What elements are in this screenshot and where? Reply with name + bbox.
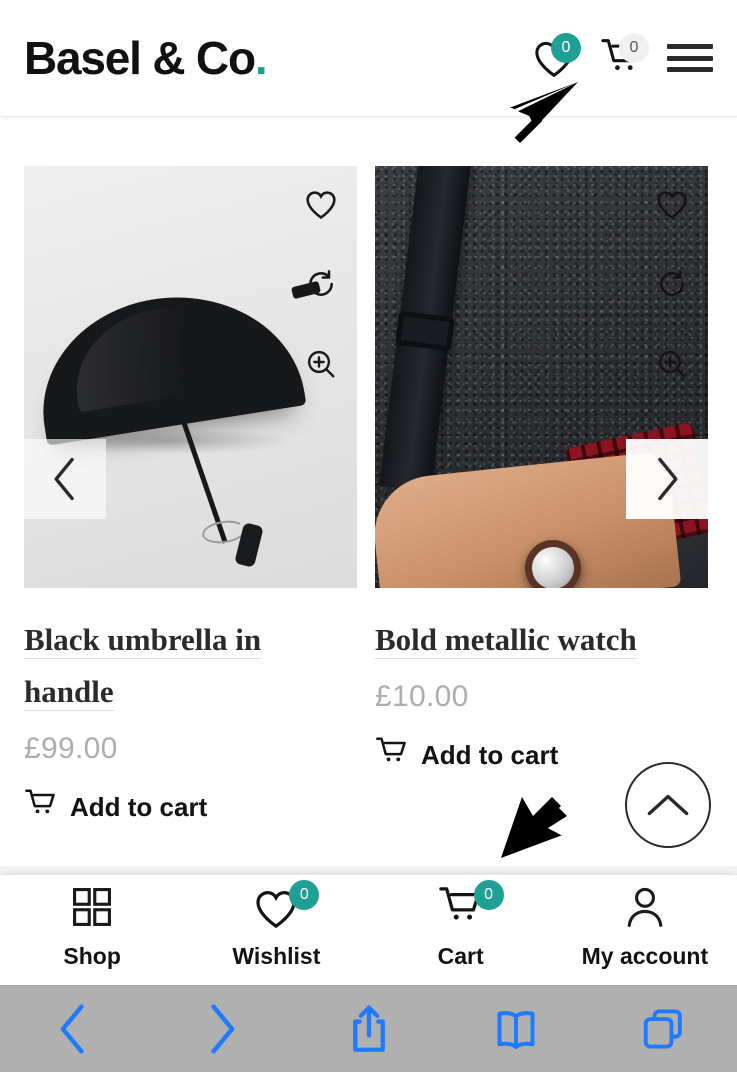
browser-forward-button[interactable]	[147, 1003, 294, 1055]
scroll-to-top-button[interactable]	[625, 762, 711, 848]
product-grid: Black umbrella in handle £99.00 Add to c…	[24, 166, 713, 827]
add-to-cart-label: Add to cart	[70, 792, 208, 822]
hamburger-menu-button[interactable]	[667, 35, 713, 81]
product-title-line-2: handle	[24, 674, 114, 709]
browser-bookmarks-button[interactable]	[442, 1006, 589, 1052]
chevron-up-icon	[647, 794, 689, 816]
mobile-store-page: Basel & Co. 0 0 Black umbrella in handle…	[0, 0, 737, 1072]
wishlist-heart-icon[interactable]	[652, 184, 692, 224]
header-cart-button[interactable]: 0	[599, 33, 649, 81]
share-icon	[352, 1005, 385, 1052]
header-actions: 0 0	[531, 33, 713, 81]
product-price: £99.00	[24, 732, 118, 765]
carousel-next-button[interactable]	[626, 439, 708, 519]
product-title[interactable]: Black umbrella in handle	[24, 614, 357, 718]
grid-icon	[70, 885, 114, 934]
browser-toolbar	[0, 985, 737, 1072]
wishlist-count-badge: 0	[551, 33, 581, 63]
quick-view-zoom-icon[interactable]	[652, 344, 692, 384]
logo-dot: .	[254, 32, 268, 84]
nav-label-wishlist: Wishlist	[232, 943, 321, 969]
nav-label-cart: Cart	[437, 943, 484, 969]
wishlist-heart-icon[interactable]	[301, 184, 341, 224]
forward-icon	[211, 1004, 235, 1054]
hamburger-menu-icon	[667, 41, 713, 75]
product-image[interactable]	[375, 166, 708, 588]
chevron-left-icon	[54, 457, 74, 501]
back-icon	[60, 1004, 84, 1054]
carousel-prev-button[interactable]	[24, 439, 106, 519]
compare-refresh-icon[interactable]	[652, 264, 692, 304]
tabs-icon	[644, 1009, 683, 1049]
nav-label-my-account: My account	[581, 943, 709, 969]
product-card[interactable]: Bold metallic watch £10.00 Add to cart	[375, 166, 708, 827]
chevron-right-icon	[658, 457, 678, 501]
product-price: £10.00	[375, 680, 469, 713]
product-catalog: Black umbrella in handle £99.00 Add to c…	[0, 116, 737, 868]
person-icon	[622, 885, 668, 934]
bottom-navigation-bar: Shop 0 Wishlist 0 Cart My account	[0, 874, 737, 985]
add-to-cart-label: Add to cart	[421, 740, 559, 770]
product-hover-actions	[301, 184, 341, 384]
cart-count-badge: 0	[473, 880, 504, 910]
product-card[interactable]: Black umbrella in handle £99.00 Add to c…	[24, 166, 357, 827]
product-hover-actions	[652, 184, 692, 384]
cart-count-badge: 0	[619, 33, 649, 63]
add-to-cart-button[interactable]: Add to cart	[24, 788, 357, 827]
header-wishlist-button[interactable]: 0	[531, 33, 581, 81]
nav-item-my-account[interactable]: My account	[553, 887, 737, 970]
nav-item-shop[interactable]: Shop	[0, 888, 184, 970]
browser-tabs-button[interactable]	[590, 1006, 737, 1052]
nav-label-shop: Shop	[63, 943, 121, 969]
product-image[interactable]	[24, 166, 357, 588]
site-logo[interactable]: Basel & Co.	[24, 32, 268, 84]
site-header: Basel & Co. 0 0	[0, 0, 737, 116]
product-title-line-1: Black umbrella in	[24, 622, 262, 657]
quick-view-zoom-icon[interactable]	[301, 344, 341, 384]
browser-back-button[interactable]	[0, 1003, 147, 1055]
browser-share-button[interactable]	[295, 1003, 442, 1055]
product-title-line-1: Bold metallic watch	[375, 622, 637, 657]
wishlist-count-badge: 0	[289, 880, 320, 910]
cart-icon	[24, 788, 58, 827]
bookmarks-book-icon	[497, 1011, 535, 1050]
logo-text: Basel & Co	[24, 32, 256, 84]
compare-refresh-icon[interactable]	[301, 264, 341, 304]
cart-icon	[375, 736, 409, 775]
nav-item-cart[interactable]: 0 Cart	[369, 880, 553, 970]
nav-item-wishlist[interactable]: 0 Wishlist	[184, 880, 368, 970]
product-title[interactable]: Bold metallic watch	[375, 614, 708, 666]
